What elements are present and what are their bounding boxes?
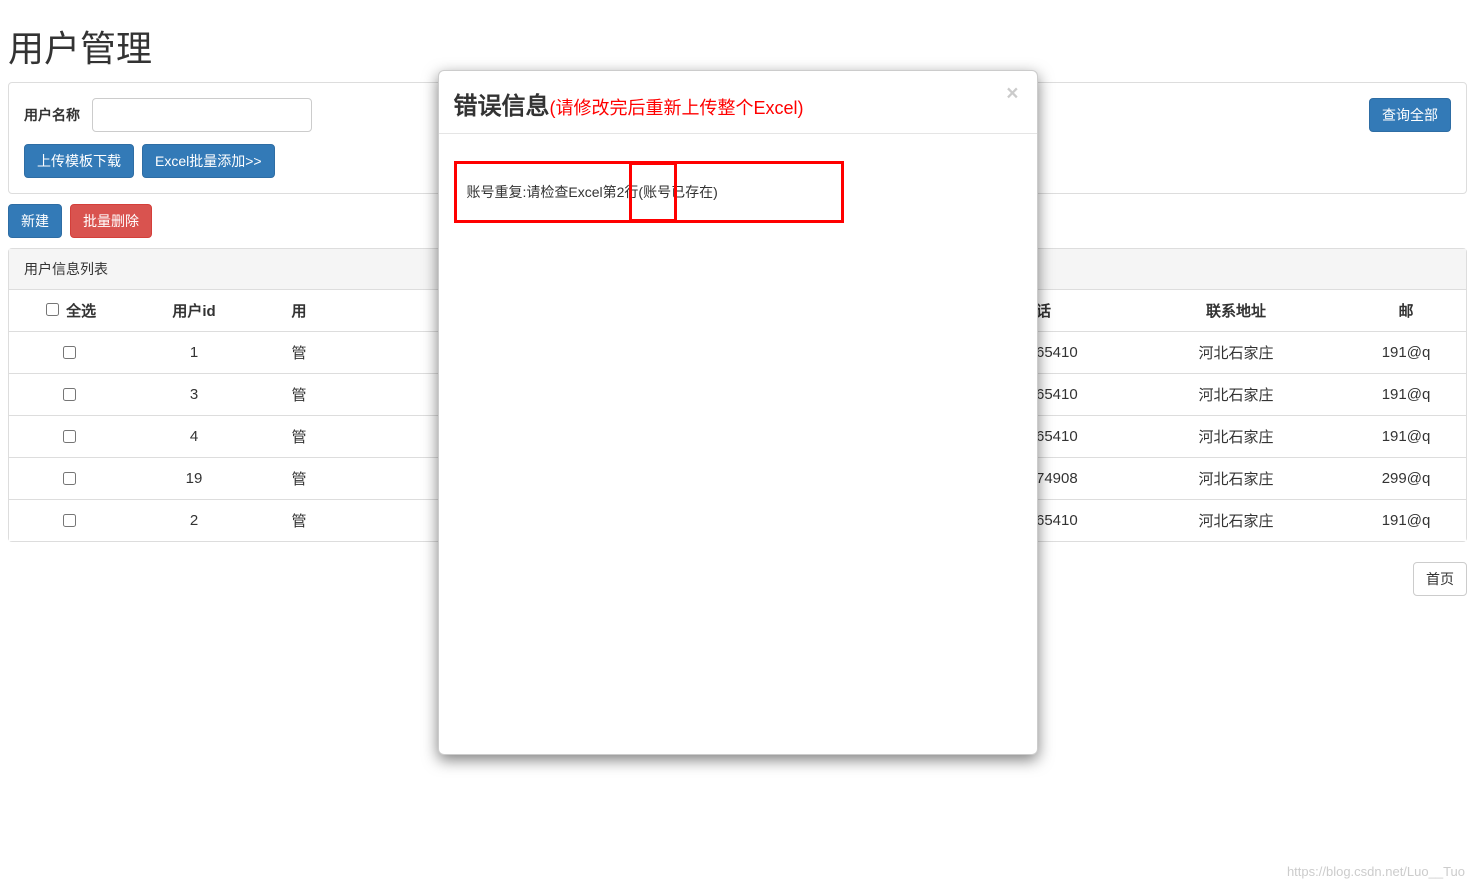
- username-input[interactable]: [92, 98, 312, 132]
- bulk-delete-button[interactable]: 批量删除: [70, 204, 152, 238]
- cell-user: 管: [259, 500, 339, 542]
- modal-close-button[interactable]: ×: [1000, 81, 1024, 107]
- col-user-id: 用户id: [129, 290, 259, 332]
- cell-user: 管: [259, 416, 339, 458]
- modal-body: 账号重复:请检查Excel第2行(账号已存在): [439, 134, 1037, 754]
- cell-user: 管: [259, 458, 339, 500]
- modal-header: × 错误信息(请修改完后重新上传整个Excel): [439, 71, 1037, 134]
- row-checkbox[interactable]: [63, 430, 76, 443]
- page-title: 用户管理: [8, 20, 1475, 72]
- cell-address: 河北石家庄: [1126, 458, 1346, 500]
- cell-user: 管: [259, 332, 339, 374]
- cell-address: 河北石家庄: [1126, 416, 1346, 458]
- new-button[interactable]: 新建: [8, 204, 62, 238]
- col-user: 用: [259, 290, 339, 332]
- row-checkbox[interactable]: [63, 388, 76, 401]
- download-template-button[interactable]: 上传模板下载: [24, 144, 134, 178]
- first-page-button[interactable]: 首页: [1413, 562, 1467, 596]
- cell-email: 191@q: [1346, 374, 1466, 416]
- row-checkbox[interactable]: [63, 514, 76, 527]
- cell-email: 191@q: [1346, 416, 1466, 458]
- watermark: https://blog.csdn.net/Luo__Tuo: [1287, 864, 1465, 879]
- error-highlight-box: 账号重复:请检查Excel第2行(账号已存在): [454, 161, 844, 223]
- username-label: 用户名称: [24, 105, 80, 125]
- modal-subtitle: (请修改完后重新上传整个Excel): [550, 98, 804, 118]
- query-all-button[interactable]: 查询全部: [1369, 98, 1451, 132]
- col-email: 邮: [1346, 290, 1466, 332]
- error-modal: × 错误信息(请修改完后重新上传整个Excel) 账号重复:请检查Excel第2…: [438, 70, 1038, 755]
- error-message: 账号重复:请检查Excel第2行(账号已存在): [467, 184, 718, 200]
- cell-address: 河北石家庄: [1126, 374, 1346, 416]
- cell-user-id: 19: [129, 458, 259, 500]
- cell-email: 299@q: [1346, 458, 1466, 500]
- col-address: 联系地址: [1126, 290, 1346, 332]
- row-checkbox[interactable]: [63, 472, 76, 485]
- cell-user-id: 4: [129, 416, 259, 458]
- select-all-checkbox[interactable]: [46, 303, 59, 316]
- modal-title: 错误信息: [454, 93, 550, 120]
- cell-user-id: 3: [129, 374, 259, 416]
- cell-user: 管: [259, 374, 339, 416]
- cell-user-id: 1: [129, 332, 259, 374]
- select-all-label: 全选: [66, 303, 96, 320]
- row-checkbox[interactable]: [63, 346, 76, 359]
- cell-email: 191@q: [1346, 332, 1466, 374]
- excel-bulk-add-button[interactable]: Excel批量添加>>: [142, 144, 275, 178]
- cell-address: 河北石家庄: [1126, 500, 1346, 542]
- cell-email: 191@q: [1346, 500, 1466, 542]
- cell-user-id: 2: [129, 500, 259, 542]
- cell-address: 河北石家庄: [1126, 332, 1346, 374]
